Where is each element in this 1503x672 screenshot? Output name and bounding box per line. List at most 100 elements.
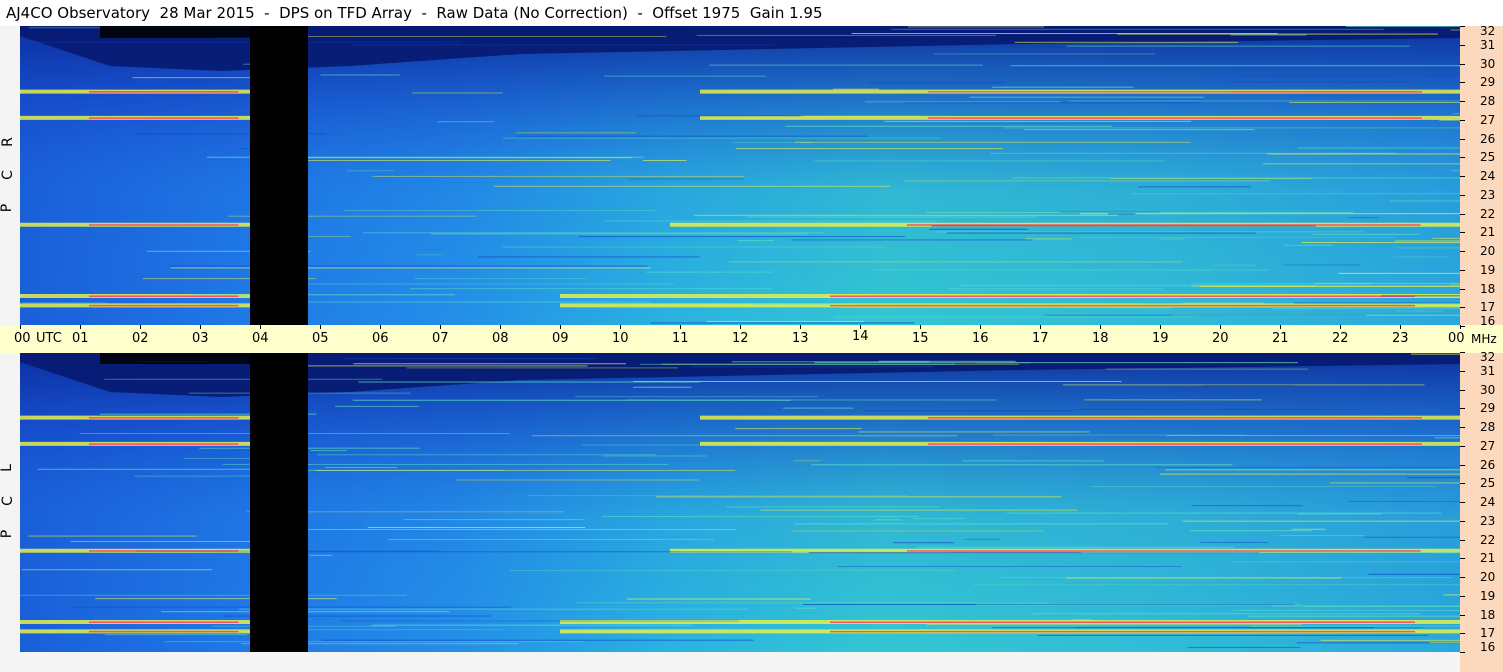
- interference-line: [1292, 528, 1326, 530]
- frequency-tick-mark: [1460, 251, 1465, 252]
- frequency-tick-label: 30: [1480, 56, 1496, 71]
- interference-line: [864, 410, 1073, 412]
- interference-line: [1165, 469, 1460, 471]
- interference-line: [976, 362, 1031, 364]
- mhz-unit-label: MHz: [1471, 332, 1497, 346]
- interference-line: [814, 160, 1165, 162]
- interference-line: [1213, 264, 1255, 266]
- utc-tick-mark: [1100, 325, 1101, 329]
- interference-line: [726, 506, 940, 508]
- interference-line: [353, 363, 627, 365]
- utc-axis-label: UTC: [36, 331, 62, 346]
- interference-line: [868, 82, 1004, 84]
- interference-line: [20, 594, 407, 596]
- frequency-tick-label: 22: [1480, 206, 1496, 221]
- utc-tick-mark: [1340, 325, 1341, 329]
- interference-line: [794, 607, 816, 609]
- interference-line: [1451, 170, 1460, 172]
- interference-line: [1038, 634, 1429, 636]
- utc-tick-label: 04: [252, 331, 269, 346]
- interference-line: [960, 284, 1460, 286]
- frequency-tick-mark: [1460, 26, 1465, 27]
- interference-line: [832, 88, 879, 90]
- interference-line: [456, 479, 700, 481]
- utc-tick-mark: [560, 325, 561, 329]
- frequency-tick-label: 21: [1480, 551, 1496, 566]
- interference-line: [636, 115, 805, 117]
- interference-line: [1284, 244, 1334, 246]
- polarization-letter: R: [0, 137, 16, 147]
- interference-line: [1347, 217, 1379, 219]
- interference-line: [309, 554, 333, 556]
- interference-line: [1030, 613, 1421, 615]
- lcp-heatmap-svg: [20, 352, 1460, 652]
- interference-line: [627, 598, 811, 600]
- interference-line: [790, 530, 1044, 532]
- utc-tick-label: 00: [1448, 331, 1465, 346]
- utc-tick-mark: [200, 325, 201, 329]
- interference-line: [875, 519, 902, 521]
- early-dark-cap: [100, 26, 308, 38]
- interference-line: [372, 175, 745, 177]
- interference-line: [865, 101, 1061, 103]
- frequency-tick-mark: [1460, 176, 1465, 177]
- interference-line: [1432, 237, 1460, 239]
- frequency-tick-label: 20: [1480, 570, 1496, 584]
- interference-line: [1154, 466, 1459, 468]
- emission-peak-27.1-mhz: [928, 117, 1422, 119]
- interference-line: [531, 435, 958, 437]
- interference-line: [335, 405, 419, 407]
- interference-line: [677, 551, 948, 553]
- interference-line: [604, 75, 766, 77]
- interference-line: [411, 92, 503, 94]
- interference-line: [494, 185, 891, 187]
- interference-line: [1381, 295, 1460, 297]
- frequency-tick-mark: [1460, 326, 1465, 327]
- utc-tick-label: 18: [1092, 331, 1109, 346]
- frequency-tick-mark: [1460, 445, 1465, 447]
- interference-line: [1091, 486, 1437, 488]
- interference-line: [320, 74, 400, 76]
- interference-line: [908, 26, 1044, 28]
- frequency-tick-label: 27: [1480, 112, 1496, 127]
- interference-line: [752, 303, 834, 305]
- interference-line: [792, 460, 821, 462]
- frequency-tick-mark: [1460, 502, 1465, 503]
- emission-peak-27.1-mhz: [928, 443, 1422, 445]
- interference-line: [1250, 625, 1460, 627]
- utc-tick-mark: [800, 325, 801, 329]
- interference-line: [1071, 618, 1092, 620]
- utc-tick-label: 15: [912, 331, 929, 346]
- polarization-letter: P: [0, 529, 16, 539]
- frequency-tick-label: 25: [1480, 476, 1496, 491]
- interference-line: [800, 115, 922, 117]
- frequency-tick-label: 18: [1480, 281, 1496, 296]
- emission-peak-28.5-mhz: [89, 91, 239, 93]
- interference-line: [1394, 310, 1444, 312]
- interference-line: [362, 232, 824, 234]
- utc-tick-mark: [380, 325, 381, 329]
- emission-peak-21.4-mhz: [89, 224, 239, 226]
- interference-line: [1348, 500, 1460, 502]
- utc-tick-label: 08: [492, 331, 509, 346]
- frequency-tick-mark: [1460, 520, 1465, 522]
- frequency-tick-label: 29: [1480, 75, 1496, 90]
- interference-line: [1272, 308, 1460, 310]
- interference-line: [842, 307, 1174, 309]
- emission-peak-28.5-mhz: [928, 417, 1422, 419]
- interference-line: [1230, 34, 1307, 36]
- frequency-tick-mark: [1460, 213, 1465, 215]
- interference-line: [706, 320, 865, 322]
- interference-line: [1025, 238, 1073, 240]
- interference-line: [1345, 26, 1460, 28]
- interference-line: [340, 620, 740, 622]
- interference-line: [21, 302, 108, 304]
- polarization-letter: C: [0, 496, 16, 506]
- utc-tick-label: 09: [552, 331, 569, 346]
- emission-peak-28.5-mhz: [89, 417, 239, 419]
- interference-line: [409, 288, 773, 290]
- interference-line: [1014, 41, 1238, 43]
- interference-line: [509, 569, 958, 571]
- interference-line: [358, 381, 700, 383]
- frequency-tick-mark: [1460, 539, 1465, 541]
